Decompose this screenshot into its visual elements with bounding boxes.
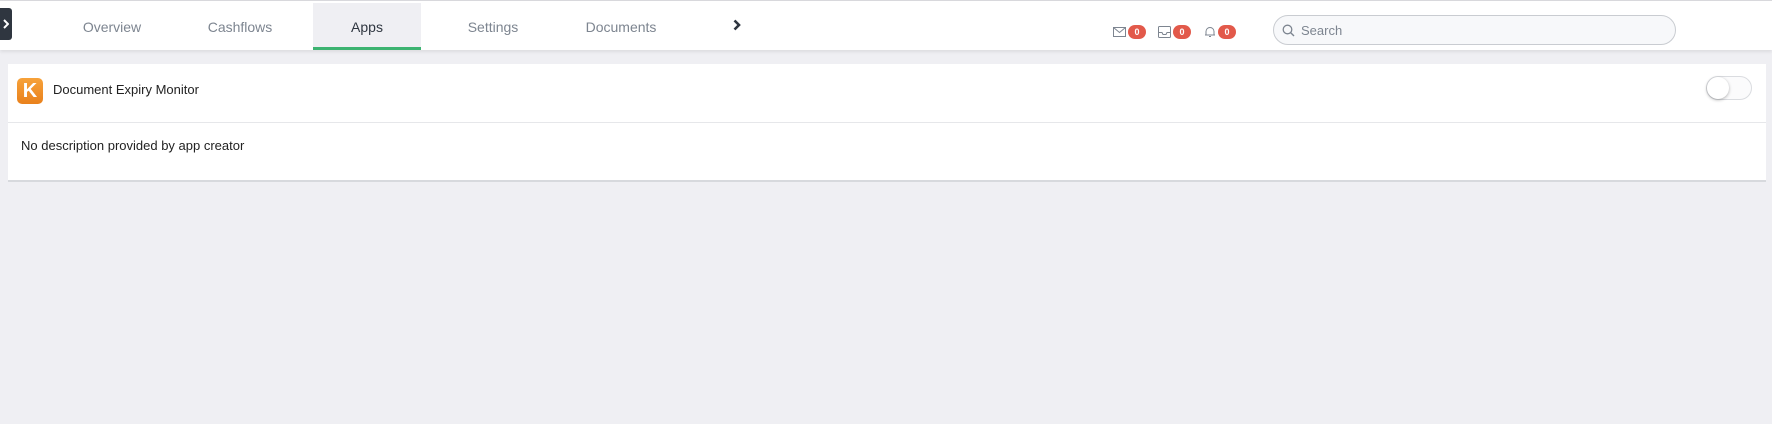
app-enable-toggle[interactable] — [1706, 76, 1752, 100]
toggle-knob — [1707, 77, 1729, 99]
messages-notification[interactable]: 0 — [1113, 24, 1146, 40]
tab-label: Apps — [351, 18, 383, 35]
app-card: K Document Expiry Monitor No description… — [8, 64, 1766, 182]
inbox-count-badge: 0 — [1173, 25, 1191, 39]
bell-icon — [1205, 26, 1215, 37]
tab-label: Overview — [82, 18, 142, 35]
tab-cashflows[interactable]: Cashflows — [188, 3, 292, 50]
search-icon — [1282, 24, 1295, 37]
inbox-icon — [1158, 26, 1171, 38]
tab-label: Cashflows — [207, 18, 273, 35]
chevron-right-icon — [3, 19, 9, 29]
app-description: No description provided by app creator — [21, 138, 245, 153]
tab-apps[interactable]: Apps — [313, 3, 421, 50]
more-tabs-button[interactable] — [728, 15, 746, 35]
tab-settings[interactable]: Settings — [441, 3, 545, 50]
sidebar-toggle-button[interactable] — [0, 8, 12, 40]
app-logo: K — [17, 78, 43, 104]
mail-icon — [1113, 27, 1126, 37]
app-logo-letter: K — [22, 79, 38, 102]
inbox-notification[interactable]: 0 — [1158, 24, 1191, 40]
tab-documents[interactable]: Documents — [569, 3, 673, 50]
search-input[interactable] — [1301, 22, 1675, 38]
top-navigation-bar: Overview Cashflows Apps Settings Documen… — [0, 0, 1772, 50]
tab-label: Settings — [467, 18, 519, 35]
tab-label: Documents — [585, 18, 657, 35]
alerts-count-badge: 0 — [1218, 25, 1236, 39]
messages-count-badge: 0 — [1128, 25, 1146, 39]
search-bar — [1273, 15, 1676, 45]
app-name: Document Expiry Monitor — [53, 82, 199, 97]
tab-overview[interactable]: Overview — [60, 3, 164, 50]
alerts-notification[interactable]: 0 — [1204, 24, 1236, 40]
chevron-right-icon — [733, 19, 741, 31]
app-card-header: K Document Expiry Monitor — [8, 64, 1766, 123]
